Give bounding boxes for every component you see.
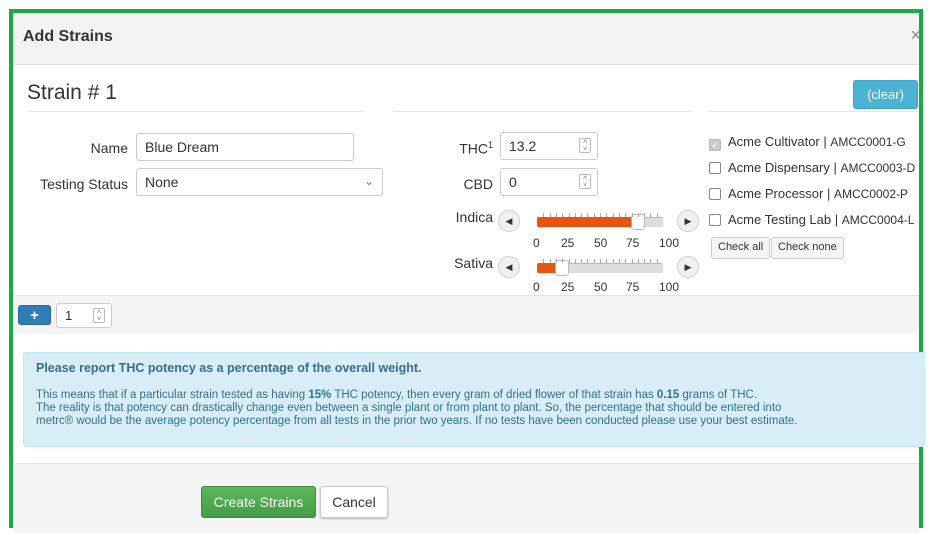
facility-item[interactable]: ✓ Acme Cultivator | AMCC0001-G [709, 134, 906, 151]
slider-tick [581, 259, 582, 263]
thc-footnote: 1 [487, 140, 493, 150]
slider-tick [657, 259, 658, 263]
sativa-label: Sativa [454, 255, 493, 271]
divider [393, 111, 693, 112]
slider-tick [587, 213, 588, 217]
slider-tick [562, 213, 563, 217]
slider-tick [556, 213, 557, 217]
sativa-scale: 0 25 50 75 100 [533, 280, 680, 294]
slider-tick [650, 259, 651, 263]
slider-tick [619, 259, 620, 263]
slider-tick [594, 259, 595, 263]
divider [709, 111, 919, 112]
slider-tick [650, 213, 651, 217]
slider-tick [606, 213, 607, 217]
slider-tick [644, 259, 645, 263]
cbd-input[interactable]: 0 ˄ ˅ [500, 168, 598, 196]
indica-left-arrow-icon[interactable]: ◀ [498, 210, 520, 232]
slider-tick [581, 213, 582, 217]
close-icon[interactable]: × [910, 25, 921, 46]
checkbox[interactable] [709, 188, 721, 200]
slider-tick [587, 259, 588, 263]
modal-footer: Create Strains Cancel [13, 463, 919, 533]
indica-slider-fill [537, 217, 638, 227]
sativa-right-arrow-icon[interactable]: ▶ [677, 256, 699, 278]
facility-item[interactable]: Acme Testing Lab | AMCC0004-L [709, 212, 914, 227]
facility-item[interactable]: Acme Dispensary | AMCC0003-D [709, 160, 915, 175]
indica-right-arrow-icon[interactable]: ▶ [677, 210, 699, 232]
cbd-label: CBD [463, 176, 493, 192]
check-all-button[interactable]: Check all [711, 237, 771, 259]
slider-tick [556, 259, 557, 263]
slider-tick [619, 213, 620, 217]
add-strains-modal: Add Strains × Strain # 1 (clear) Name Bl… [9, 9, 925, 533]
slider-tick [613, 259, 614, 263]
slider-tick [600, 259, 601, 263]
sativa-slider[interactable] [537, 259, 663, 276]
slider-tick [657, 213, 658, 217]
name-value: Blue Dream [145, 139, 219, 155]
slider-tick [638, 259, 639, 263]
name-input[interactable]: Blue Dream [136, 133, 354, 161]
strain-heading: Strain # 1 [27, 81, 117, 104]
clear-button[interactable]: (clear) [853, 80, 918, 109]
thc-input[interactable]: 13.2 ˄ ˅ [500, 132, 598, 160]
spinner-icon[interactable]: ˄ ˅ [579, 174, 591, 189]
info-line: This means that if a particular strain t… [36, 389, 758, 401]
slider-tick [644, 213, 645, 217]
divider [27, 111, 365, 112]
slider-tick [569, 259, 570, 263]
slider-tick [613, 213, 614, 217]
strain-count-value: 1 [65, 308, 73, 323]
slider-tick [625, 259, 626, 263]
slider-tick [632, 213, 633, 217]
slider-tick [575, 213, 576, 217]
slider-tick [606, 259, 607, 263]
checkbox[interactable] [709, 162, 721, 174]
slider-tick [550, 213, 551, 217]
slider-tick [543, 259, 544, 263]
spinner-icon[interactable]: ˄ ˅ [579, 138, 591, 153]
info-line: metrc® would be the average potency perc… [36, 415, 798, 427]
slider-tick [550, 259, 551, 263]
indica-slider[interactable] [537, 213, 663, 230]
slider-tick [543, 213, 544, 217]
indica-scale: 0 25 50 75 100 [533, 236, 680, 250]
slider-tick [562, 259, 563, 263]
chevron-down-icon: ⌄ [363, 174, 374, 188]
thc-label: THC1 [459, 140, 493, 157]
sativa-left-arrow-icon[interactable]: ◀ [498, 256, 520, 278]
indica-label: Indica [455, 209, 493, 225]
modal-title: Add Strains [23, 28, 113, 45]
cbd-value: 0 [509, 174, 517, 190]
slider-tick [594, 213, 595, 217]
check-none-button[interactable]: Check none [771, 237, 844, 259]
checkbox[interactable]: ✓ [709, 139, 721, 151]
strain-count-input[interactable]: 1 ˄ ˅ [56, 303, 112, 328]
cancel-button[interactable]: Cancel [320, 486, 388, 518]
add-strain-bar: + 1 ˄ ˅ [13, 295, 919, 334]
slider-tick [625, 213, 626, 217]
info-line: The reality is that potency can drastica… [36, 402, 782, 414]
slider-tick [600, 213, 601, 217]
potency-info-alert: Please report THC potency as a percentag… [23, 352, 925, 447]
testing-status-label: Testing Status [40, 176, 128, 192]
modal-header: Add Strains × [13, 13, 921, 65]
add-strain-button[interactable]: + [18, 305, 51, 325]
testing-status-select[interactable]: None ⌄ [136, 168, 383, 196]
spinner-icon[interactable]: ˄ ˅ [93, 308, 105, 323]
thc-value: 13.2 [509, 138, 537, 154]
slider-tick [638, 213, 639, 217]
checkbox[interactable] [709, 214, 721, 226]
name-label: Name [90, 140, 128, 156]
slider-tick [569, 213, 570, 217]
slider-tick [575, 259, 576, 263]
create-strains-button[interactable]: Create Strains [201, 486, 316, 518]
testing-status-value: None [145, 174, 179, 190]
info-heading: Please report THC potency as a percentag… [36, 361, 422, 375]
slider-tick [632, 259, 633, 263]
facility-item[interactable]: Acme Processor | AMCC0002-P [709, 186, 908, 201]
